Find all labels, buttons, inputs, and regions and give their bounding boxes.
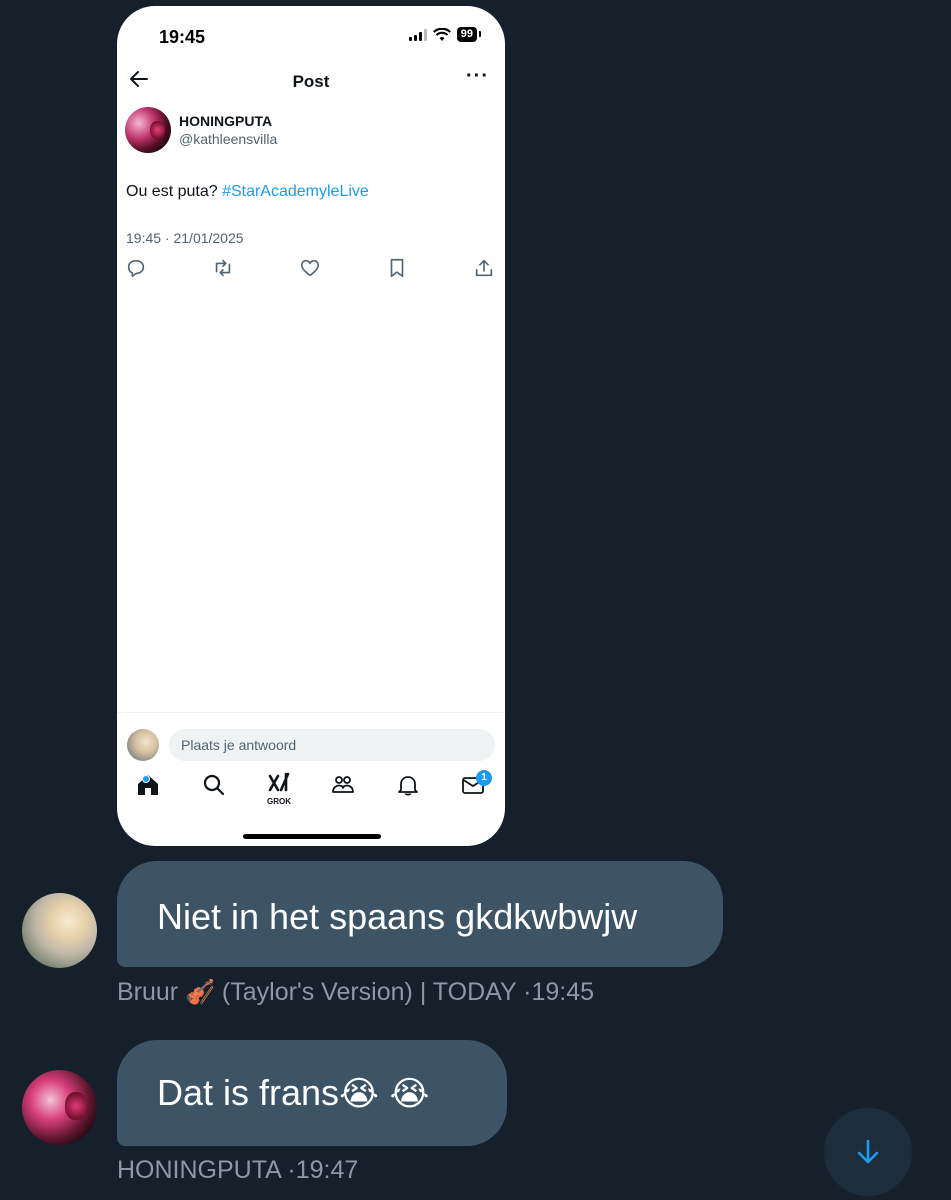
more-options-icon[interactable]: ··· — [466, 65, 489, 88]
message-bubble[interactable]: Niet in het spaans gkdkwbwjw — [117, 861, 723, 967]
author-handle: @kathleensvilla — [179, 131, 278, 147]
page-title: Post — [292, 72, 330, 91]
bookmark-icon[interactable] — [386, 257, 408, 279]
post-text: Ou est puta? #StarAcademyleLive — [126, 183, 369, 201]
post-timestamp: 19:45 · 21/01/2025 — [126, 230, 244, 246]
status-time: 19:45 — [159, 27, 206, 47]
message-meta: HONINGPUTA ·19:47 — [117, 1156, 359, 1184]
retweet-icon[interactable] — [212, 257, 234, 279]
reply-icon[interactable] — [125, 257, 147, 279]
hashtag-link[interactable]: #StarAcademyleLive — [222, 183, 369, 200]
arrow-down-icon — [857, 1139, 879, 1164]
grok-icon[interactable] — [266, 770, 292, 796]
post-body: Ou est puta? — [126, 183, 223, 200]
status-bar: 19:45 99 — [117, 6, 505, 58]
message-timestamp: (Taylor's Version) | TODAY ·19:45 — [214, 978, 595, 1006]
wifi-icon — [432, 27, 451, 41]
signal-icon — [408, 28, 427, 41]
crying-emoji: 😭 😭 — [339, 1074, 430, 1114]
post-actions — [125, 257, 497, 281]
violin-emoji: 🎻 — [185, 978, 215, 1006]
author-avatar[interactable] — [125, 107, 171, 153]
message-bubble[interactable]: Dat is frans😭 😭 — [117, 1040, 507, 1146]
message-text: Niet in het spaans gkdkwbwjw — [157, 896, 638, 937]
home-notification-dot — [142, 775, 150, 783]
search-icon[interactable] — [201, 772, 227, 798]
author-name: HONINGPUTA — [179, 113, 273, 129]
messages-badge: 1 — [476, 770, 492, 786]
reply-input[interactable]: Plaats je antwoord — [169, 729, 495, 761]
tweet-screenshot[interactable]: 19:45 99 Post ··· HONINGPUTA @kathleensv… — [117, 6, 505, 846]
communities-icon[interactable] — [330, 772, 356, 798]
sender-name: Bruur — [117, 978, 179, 1006]
sender-avatar[interactable] — [22, 1070, 97, 1145]
share-icon[interactable] — [473, 257, 495, 279]
reply-bar: Plaats je antwoord — [117, 712, 505, 761]
home-indicator — [243, 834, 381, 839]
notifications-icon[interactable] — [395, 772, 421, 798]
like-icon[interactable] — [299, 257, 321, 279]
message-text: Dat is frans — [157, 1072, 340, 1113]
bottom-tab-bar — [117, 772, 505, 816]
avatar — [127, 729, 159, 761]
scroll-to-bottom-button[interactable] — [824, 1108, 912, 1196]
message-meta: Bruur 🎻 (Taylor's Version) | TODAY ·19:4… — [117, 978, 594, 1007]
sender-avatar[interactable] — [22, 893, 97, 968]
post-nav-bar: Post ··· — [117, 61, 505, 101]
battery-indicator: 99 — [456, 27, 482, 42]
grok-label: GROK — [267, 797, 291, 806]
post-author[interactable]: HONINGPUTA @kathleensvilla — [125, 107, 277, 153]
status-icons: 99 — [408, 27, 482, 42]
